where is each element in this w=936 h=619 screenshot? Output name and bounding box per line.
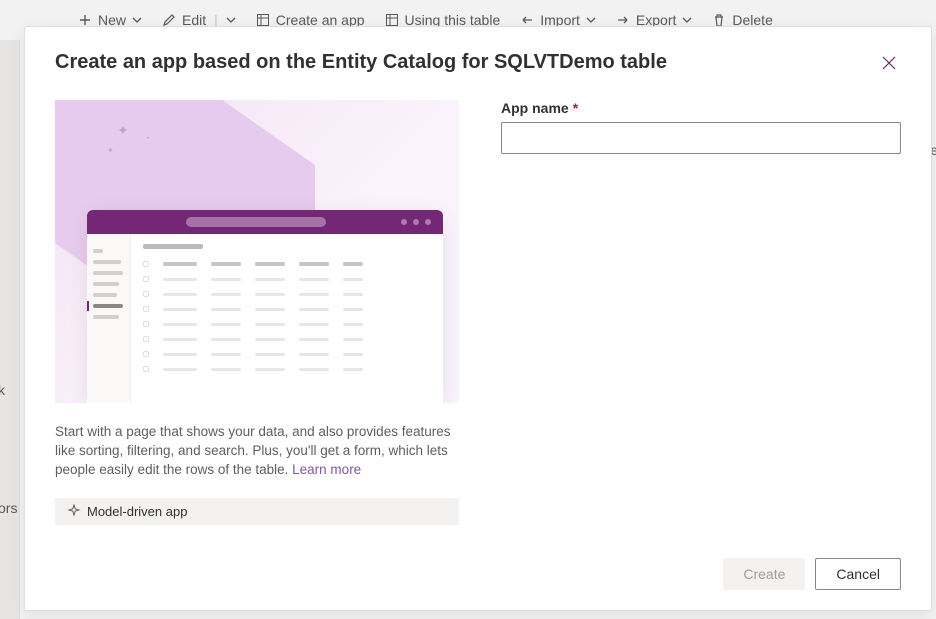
modal-title: Create an app based on the Entity Catalo…: [55, 51, 667, 74]
modal-header: Create an app based on the Entity Catalo…: [55, 51, 901, 78]
modal-footer: Create Cancel: [55, 558, 901, 590]
app-name-label-text: App name: [501, 100, 569, 116]
description-text: Start with a page that shows your data, …: [55, 424, 450, 477]
sparkle-icon: •: [147, 136, 149, 142]
modal-description: Start with a page that shows your data, …: [55, 423, 459, 480]
create-app-modal: Create an app based on the Entity Catalo…: [24, 26, 932, 611]
sparkle-icon: [67, 504, 81, 518]
app-name-input[interactable]: [501, 122, 901, 154]
cancel-button[interactable]: Cancel: [815, 558, 901, 590]
mini-app-mockup: [87, 210, 443, 403]
close-button[interactable]: [877, 51, 901, 78]
modal-left-column: ✦ ✦ •: [55, 100, 459, 546]
model-driven-app-chip: Model-driven app: [55, 498, 459, 525]
app-name-label: App name *: [501, 100, 901, 116]
app-preview-illustration: ✦ ✦ •: [55, 100, 459, 403]
sparkle-icon: ✦: [117, 122, 129, 139]
chip-label: Model-driven app: [87, 504, 187, 519]
modal-right-column: App name *: [501, 100, 901, 546]
sparkle-icon: ✦: [107, 146, 114, 155]
create-button[interactable]: Create: [723, 558, 805, 590]
modal-body: ✦ ✦ •: [55, 100, 901, 546]
required-indicator: *: [573, 100, 578, 116]
learn-more-link[interactable]: Learn more: [292, 462, 361, 477]
